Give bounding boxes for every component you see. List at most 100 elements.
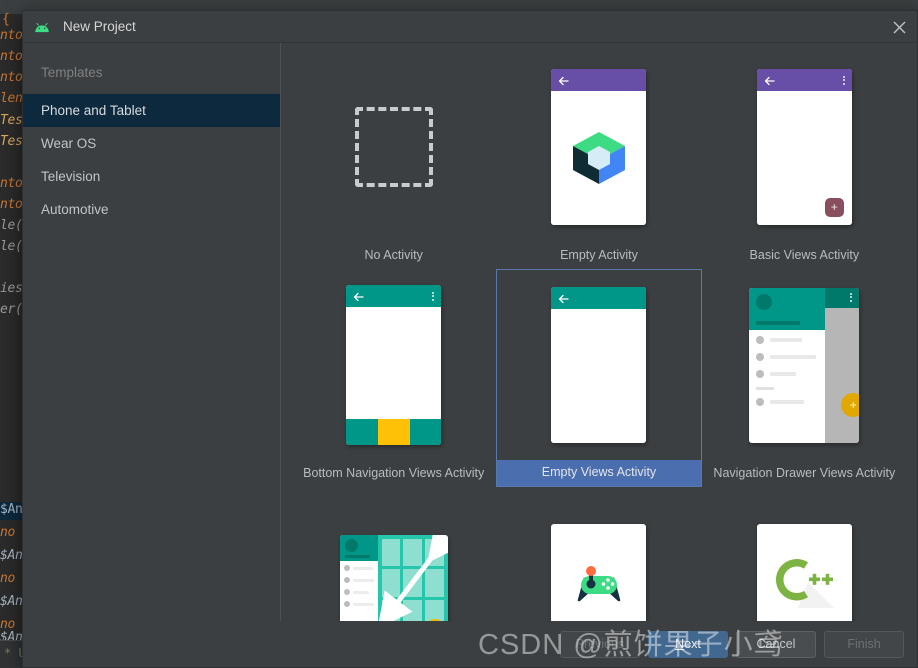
app-bar (825, 287, 860, 308)
responsive-mock: + (339, 535, 448, 621)
sidebar-header: Templates (41, 65, 103, 80)
code-line: nto (0, 28, 23, 43)
sidebar-item-automotive[interactable]: Automotive (23, 193, 280, 226)
console-line: $An (0, 594, 23, 609)
list-item-icon (756, 397, 765, 406)
phone-content (346, 307, 442, 419)
console-line: no (0, 525, 16, 540)
bottom-nav-item-active (377, 419, 410, 445)
drawer-name-placeholder (344, 555, 370, 558)
next-button-label: ext (684, 637, 701, 651)
drawer-divider (756, 386, 775, 390)
responsive-art: + (291, 487, 496, 621)
bottom-nav-item (409, 419, 442, 445)
template-card-bottom-navigation-views-activity[interactable]: Bottom Navigation Views Activity (291, 269, 496, 487)
app-bar (551, 69, 647, 91)
basic-views-art: + (702, 51, 907, 243)
drawer-name-placeholder (756, 320, 801, 325)
drawer-header (339, 535, 378, 561)
bottom-navigation-bar (346, 419, 442, 445)
console-line: no (0, 571, 16, 586)
template-card-navigation-drawer-views-activity[interactable]: + Navigation Drawer Views Activity (702, 269, 907, 487)
bottom-nav-art (291, 269, 496, 461)
console-line: $An (0, 548, 23, 563)
dialog-title: New Project (63, 19, 136, 34)
resize-arrow-icon (377, 535, 448, 621)
template-label-selected: Empty Views Activity (497, 460, 701, 486)
list-item-text (352, 578, 374, 582)
list-item-icon (343, 601, 350, 607)
app-bar (756, 69, 852, 91)
console-line: $An (0, 502, 23, 517)
drawer-panel (339, 535, 378, 621)
phone-mock (551, 287, 647, 443)
sidebar-item-phone-and-tablet[interactable]: Phone and Tablet (23, 94, 280, 127)
template-card-native-cpp[interactable]: Native C++ (702, 487, 907, 621)
phone-content (551, 91, 647, 225)
dashed-placeholder-icon (354, 107, 433, 187)
list-item (343, 577, 374, 583)
back-arrow-icon (558, 74, 570, 86)
list-item-icon (343, 565, 350, 571)
list-item (756, 397, 818, 406)
list-item-text (770, 354, 817, 359)
list-item (756, 352, 818, 361)
list-item-text (352, 566, 373, 570)
app-bar (346, 285, 442, 307)
drawer-item-list (749, 330, 825, 443)
template-card-no-activity[interactable]: No Activity (291, 51, 496, 269)
sidebar-item-wear-os[interactable]: Wear OS (23, 127, 280, 160)
list-item-icon (756, 335, 765, 344)
finish-button[interactable]: Finish (824, 630, 904, 658)
white-card (756, 524, 852, 621)
close-icon[interactable] (887, 15, 911, 39)
template-card-basic-views-activity[interactable]: + Basic Views Activity (702, 51, 907, 269)
drawer-mock: + (749, 287, 860, 443)
phone-mock (346, 285, 442, 445)
code-line: nto (0, 197, 23, 212)
empty-views-art (497, 270, 700, 460)
template-card-empty-views-activity[interactable]: Empty Views Activity (496, 269, 702, 487)
list-item (756, 369, 818, 378)
template-card-empty-activity[interactable]: Empty Activity (496, 51, 701, 269)
code-line: nto (0, 70, 23, 85)
template-card-responsive-views-activity[interactable]: + Responsive Views Activity (291, 487, 496, 621)
template-label: Navigation Drawer Views Activity (713, 466, 896, 480)
next-button[interactable]: Next (648, 630, 728, 658)
list-item-icon (343, 577, 350, 583)
jetpack-compose-icon (567, 126, 631, 190)
template-card-game-activity[interactable]: Game Activity (C++) (496, 487, 701, 621)
overflow-menu-icon (842, 75, 845, 85)
white-card (551, 524, 647, 621)
list-item (343, 601, 374, 607)
previous-button[interactable]: Previous (560, 630, 640, 658)
native-cpp-art (702, 487, 907, 621)
code-line: len (0, 91, 23, 106)
code-line: nto (0, 49, 23, 64)
game-activity-art (496, 487, 701, 621)
template-label: Bottom Navigation Views Activity (303, 466, 485, 480)
overflow-menu-icon (432, 291, 435, 301)
code-line: le( (0, 239, 23, 254)
back-arrow-icon (764, 74, 776, 86)
templates-sidebar: Templates Phone and Tablet Wear OS Telev… (23, 43, 281, 621)
list-item-icon (756, 352, 765, 361)
list-item-text (770, 371, 797, 376)
phone-mock: + (756, 69, 852, 225)
new-project-dialog: New Project Templates Phone and Tablet W… (22, 10, 918, 668)
list-item-text (352, 602, 374, 606)
code-line: Tes (0, 113, 23, 128)
bottom-nav-item (346, 419, 378, 445)
list-item (343, 565, 374, 571)
cancel-button[interactable]: Cancel (736, 630, 816, 658)
list-item (756, 335, 818, 344)
phone-content (551, 309, 647, 443)
code-line: nto (0, 176, 23, 191)
sidebar-item-television[interactable]: Television (23, 160, 280, 193)
phone-content: + (756, 91, 852, 225)
code-brace: { (2, 12, 10, 27)
code-line: Tes (0, 134, 23, 149)
list-item-icon (756, 369, 765, 378)
nav-drawer-art: + (702, 269, 907, 461)
template-label: Empty Activity (560, 248, 638, 262)
